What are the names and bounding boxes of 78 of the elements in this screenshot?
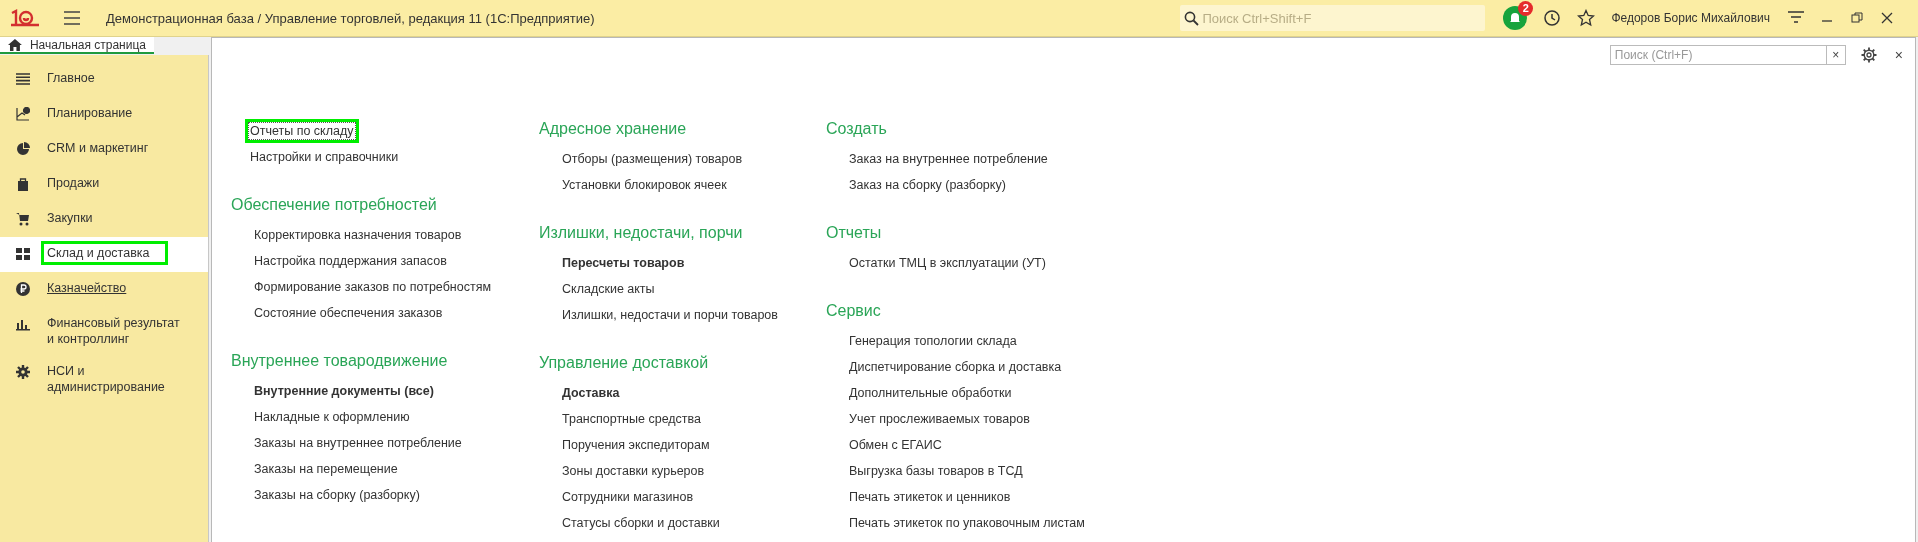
command-link[interactable]: Поручения экспедиторам xyxy=(557,433,715,457)
command-link[interactable]: Сотрудники магазинов xyxy=(557,485,699,509)
command-link[interactable]: Накладные к оформлению xyxy=(249,405,415,429)
command-link[interactable]: Остатки ТМЦ в эксплуатации (УТ) xyxy=(844,251,1051,275)
sidebar-item[interactable]: Казначейство xyxy=(41,276,133,300)
command-link[interactable]: Отборы (размещения) товаров xyxy=(557,147,748,171)
settings-icon[interactable] xyxy=(1860,47,1877,63)
command-link[interactable]: Печать этикеток по упаковочным листам xyxy=(844,511,1090,535)
sidebar-item[interactable]: Финансовый результат и контроллинг xyxy=(41,311,196,351)
pie-icon xyxy=(16,142,30,156)
command-link[interactable]: Заказы на сборку (разборку) xyxy=(249,483,425,507)
command-link[interactable]: Зоны доставки курьеров xyxy=(557,459,710,483)
command-link[interactable]: Заказ на внутреннее потребление xyxy=(844,147,1053,171)
coin-icon xyxy=(16,282,30,296)
command-link[interactable]: Состояние обеспечения заказов xyxy=(249,301,448,325)
command-link[interactable]: Обмен с ЕГАИС xyxy=(844,433,947,457)
command-link[interactable]: Печать этикеток и ценников xyxy=(844,485,1016,509)
command-link[interactable]: Заказы на внутреннее потребление xyxy=(249,431,467,455)
sidebar-item[interactable]: Планирование xyxy=(41,101,139,125)
command-link[interactable]: Доставка xyxy=(557,381,625,405)
filter-icon[interactable] xyxy=(1788,11,1804,25)
sidebar-item[interactable]: Склад и доставка xyxy=(41,241,169,265)
section-heading: Создать xyxy=(826,119,888,139)
chart-axes-icon xyxy=(16,107,30,121)
command-link[interactable]: Корректировка назначения товаров xyxy=(249,223,467,247)
lines-icon xyxy=(16,72,30,86)
user-name[interactable]: Федоров Борис Михайлович xyxy=(1611,11,1770,25)
command-link[interactable]: Излишки, недостачи и порчи товаров xyxy=(557,303,783,327)
logo-icon xyxy=(10,9,40,27)
command-link[interactable]: Складские акты xyxy=(557,277,660,301)
section-heading: Отчеты xyxy=(826,223,883,243)
close-icon[interactable] xyxy=(1880,11,1894,25)
command-link[interactable]: Генерация топологии склада xyxy=(844,329,1022,353)
menu-icon[interactable] xyxy=(64,11,80,25)
sidebar-item[interactable]: CRM и маркетинг xyxy=(41,136,155,160)
command-link[interactable]: Диспетчирование сборка и доставка xyxy=(844,355,1067,379)
command-link[interactable]: Заказы на перемещение xyxy=(249,457,403,481)
command-link[interactable]: Настройка поддержания запасов xyxy=(249,249,452,273)
command-link[interactable]: Статусы сборки и доставки xyxy=(557,511,725,535)
gear-icon xyxy=(16,365,30,379)
section-heading: Управление доставкой xyxy=(539,353,710,373)
clear-button[interactable]: × xyxy=(1825,45,1846,65)
sidebar-item[interactable]: Главное xyxy=(41,66,101,90)
sidebar-item[interactable]: НСИ и администрирование xyxy=(41,359,196,399)
command-link[interactable]: Установки блокировок ячеек xyxy=(557,173,732,197)
section-heading: Внутреннее товародвижение xyxy=(231,351,449,371)
window-title: Демонстрационная база / Управление торговлей, редакция 11 (1С:Предприятие) xyxy=(106,10,596,26)
grid-icon xyxy=(16,247,30,261)
bag-icon xyxy=(16,177,30,191)
history-icon[interactable] xyxy=(1543,9,1562,27)
section-heading: Обеспечение потребностей xyxy=(231,195,438,215)
command-link[interactable]: Дополнительные обработки xyxy=(844,381,1017,405)
global-search-field[interactable]: Поиск Ctrl+Shift+F xyxy=(1180,5,1486,31)
bell-icon xyxy=(1508,11,1523,25)
command-link[interactable]: Отчеты по складу xyxy=(245,119,359,143)
command-link[interactable]: Выгрузка базы товаров в ТСД xyxy=(844,459,1028,483)
command-link[interactable]: Заказ на сборку (разборку) xyxy=(844,173,1011,197)
search-field[interactable]: Поиск (Ctrl+F) xyxy=(1609,45,1826,65)
command-link[interactable]: Внутренние документы (все) xyxy=(249,379,439,403)
notification-count: 2 xyxy=(1518,1,1534,16)
close-button[interactable]: × xyxy=(1894,47,1903,63)
command-link[interactable]: Настройки и справочники xyxy=(245,145,404,169)
section-heading: Сервис xyxy=(826,301,882,321)
command-link[interactable]: Учет прослеживаемых товаров xyxy=(844,407,1035,431)
notifications-button[interactable] xyxy=(1503,6,1528,30)
command-link[interactable]: Формирование заказов по потребностям xyxy=(249,275,497,299)
home-icon xyxy=(8,38,22,51)
section-heading: Излишки, недостачи, порчи xyxy=(539,223,744,243)
restore-icon[interactable] xyxy=(1850,11,1864,25)
sidebar-item[interactable]: Продажи xyxy=(41,171,106,195)
command-link[interactable]: Пересчеты товаров xyxy=(557,251,690,275)
home-tab[interactable]: Начальная страница xyxy=(0,37,154,54)
sidebar-item[interactable]: Закупки xyxy=(41,206,99,230)
cart-icon xyxy=(16,212,30,226)
star-icon[interactable] xyxy=(1577,9,1596,27)
bars-icon xyxy=(16,317,30,331)
command-link[interactable]: Транспортные средства xyxy=(557,407,707,431)
section-heading: Адресное хранение xyxy=(539,119,688,139)
